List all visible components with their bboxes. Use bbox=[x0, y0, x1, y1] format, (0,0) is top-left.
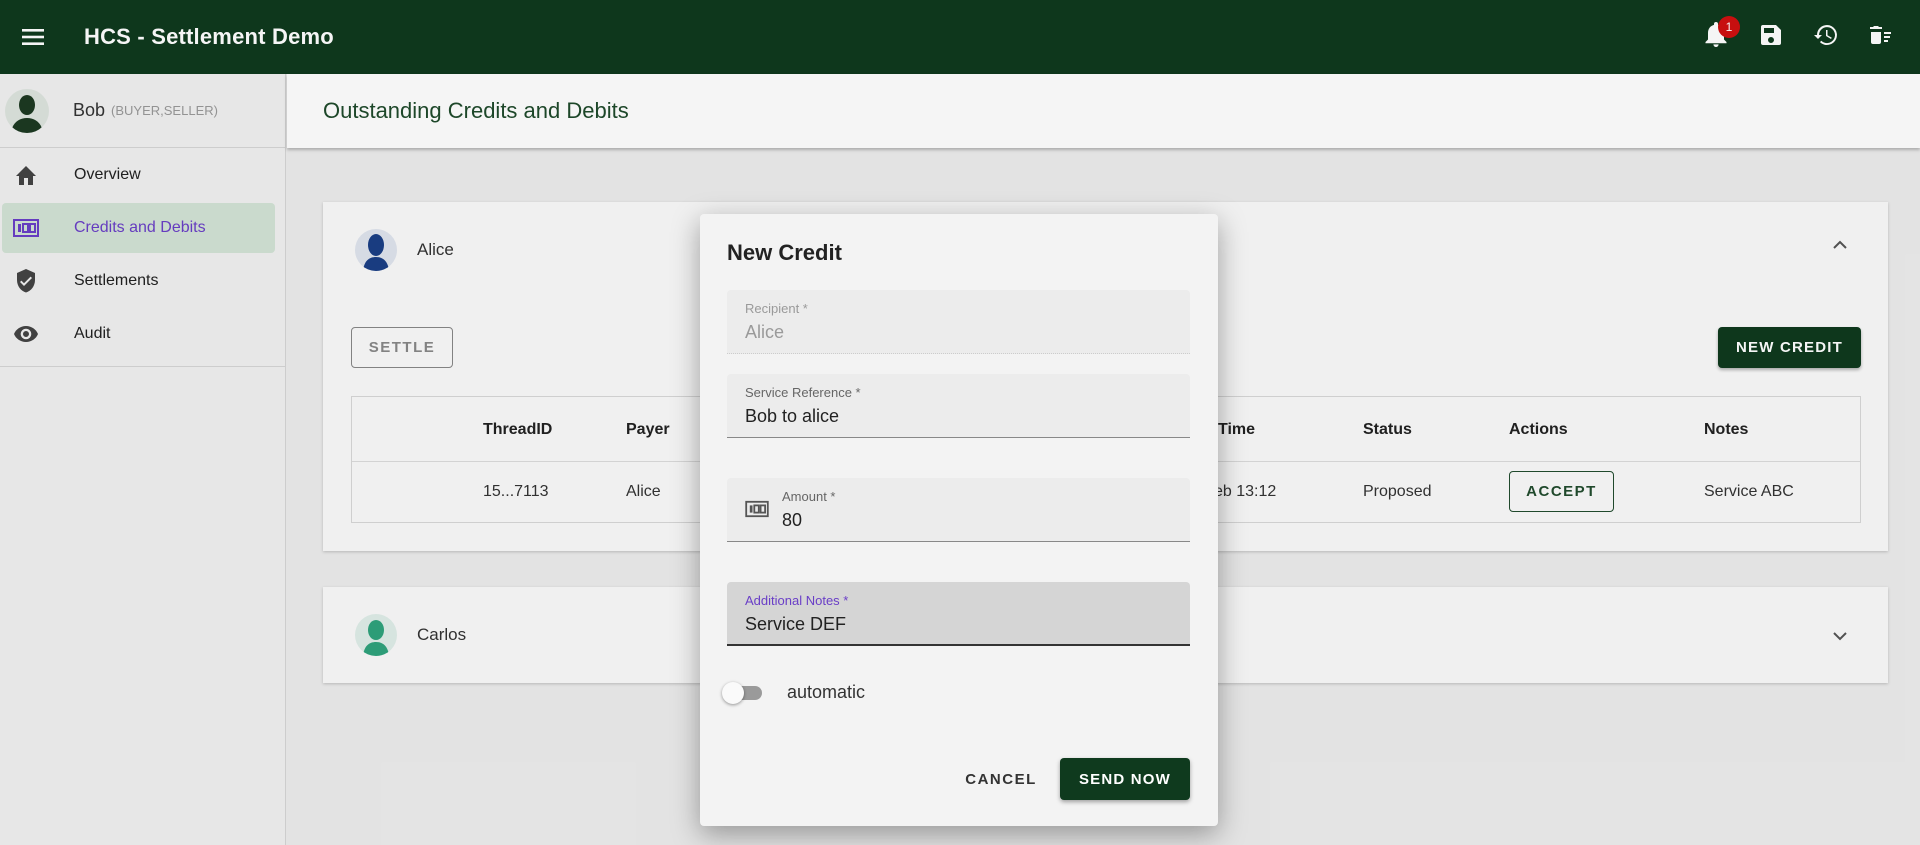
additional-notes-value: Service DEF bbox=[745, 614, 847, 634]
automatic-label: automatic bbox=[787, 682, 866, 702]
cancel-button[interactable]: CANCEL bbox=[956, 758, 1046, 800]
recipient-value: Alice bbox=[745, 322, 785, 342]
service-reference-label: Service Reference * bbox=[745, 385, 861, 400]
additional-notes-field[interactable]: Additional Notes * Service DEF bbox=[727, 582, 1190, 646]
dialog-title: New Credit bbox=[727, 240, 842, 265]
service-reference-field[interactable]: Service Reference * Bob to alice bbox=[727, 374, 1190, 438]
service-reference-value: Bob to alice bbox=[745, 406, 840, 426]
amount-value: 80 bbox=[782, 510, 803, 530]
amount-field[interactable]: Amount * 80 bbox=[727, 478, 1190, 542]
amount-label: Amount * bbox=[782, 489, 836, 504]
automatic-toggle[interactable] bbox=[722, 680, 766, 706]
toggle-thumb bbox=[722, 682, 744, 704]
send-now-button[interactable]: SEND NOW bbox=[1060, 758, 1190, 800]
additional-notes-label: Additional Notes * bbox=[745, 593, 849, 608]
recipient-field: Recipient * Alice bbox=[727, 290, 1190, 354]
new-credit-dialog: New Credit Recipient * Alice Service Ref… bbox=[700, 214, 1218, 826]
recipient-label: Recipient * bbox=[745, 301, 808, 316]
money-icon bbox=[745, 500, 769, 523]
